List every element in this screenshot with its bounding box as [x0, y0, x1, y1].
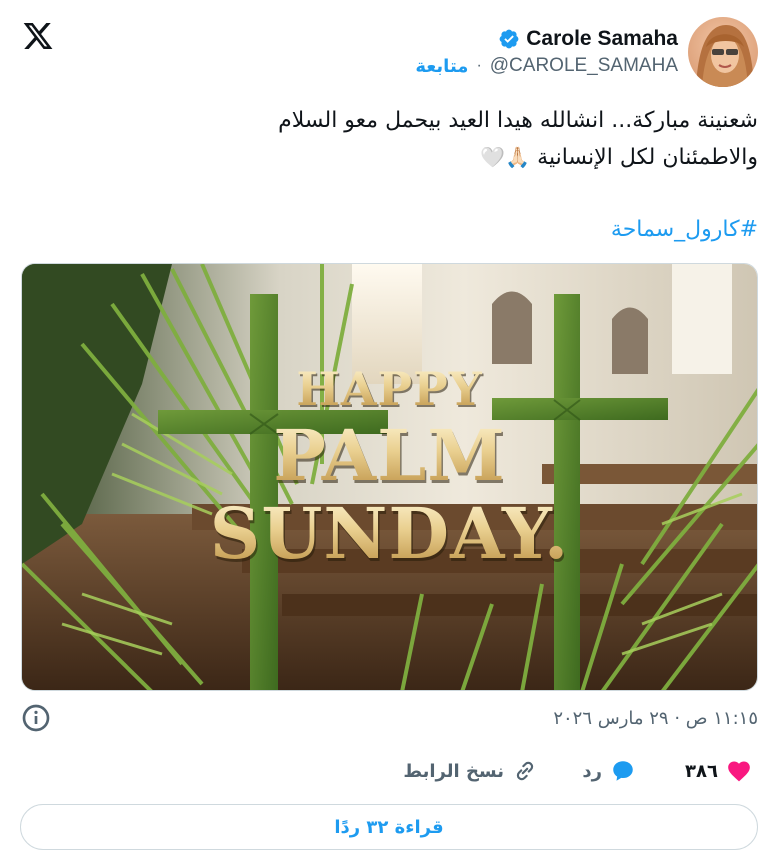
author-name[interactable]: Carole Samaha — [526, 27, 678, 51]
tweet-text-line-2-text: والاطمئنان لكل الإنسانية — [537, 145, 758, 170]
follow-button[interactable]: متابعة — [415, 56, 468, 77]
tweet-author: Carole Samaha متابعة · @CAROLE_SAMAHA — [415, 16, 758, 88]
reply-bubble-icon — [613, 761, 633, 781]
hashtag-link[interactable]: #كارول_سماحة — [611, 212, 758, 248]
copy-link-button[interactable]: نسخ الرابط — [403, 758, 538, 784]
author-text: Carole Samaha متابعة · @CAROLE_SAMAHA — [415, 27, 678, 77]
info-icon[interactable] — [20, 702, 52, 734]
emoji-pray-heart: 🙏🏻🤍 — [480, 145, 531, 169]
reply-label: رد — [582, 760, 602, 782]
tweet-media-image[interactable]: HAPPY HAPPY PALM PALM SUNDAY. SUNDAY. — [21, 263, 758, 691]
tweet-text-line-2: والاطمئنان لكل الإنسانية 🙏🏻🤍 — [38, 139, 758, 176]
verified-badge-icon — [499, 29, 519, 49]
name-row: Carole Samaha — [498, 27, 678, 51]
copy-link-label: نسخ الرابط — [403, 760, 504, 782]
read-replies-button[interactable]: قراءة ٣٢ ردًا — [20, 804, 758, 850]
separator-dot: · — [476, 57, 482, 74]
reply-button[interactable]: رد — [582, 758, 636, 784]
media-title-palm: PALM — [22, 414, 757, 497]
like-count: ٣٨٦ — [685, 760, 718, 782]
tweet-meta: ١١:١٥ ص · ٢٩ مارس ٢٠٢٦ — [20, 700, 758, 736]
x-logo-icon[interactable] — [22, 20, 54, 52]
heart-icon — [728, 761, 750, 782]
media-title-happy: HAPPY — [22, 362, 757, 416]
media-title-sunday: SUNDAY. — [22, 492, 757, 575]
tweet-text-line-1: شعنينة مباركة... انشالله هيدا العيد بيحم… — [278, 108, 758, 133]
link-icon — [516, 761, 534, 781]
like-button[interactable]: ٣٨٦ — [685, 758, 752, 784]
avatar[interactable] — [688, 17, 758, 87]
author-handle[interactable]: @CAROLE_SAMAHA — [490, 55, 678, 77]
tweet-actions: ٣٨٦ رد نسخ الرابط — [0, 758, 768, 794]
handle-row: متابعة · @CAROLE_SAMAHA — [415, 55, 678, 77]
tweet-timestamp[interactable]: ١١:١٥ ص · ٢٩ مارس ٢٠٢٦ — [553, 708, 758, 729]
tweet-text: شعنينة مباركة... انشالله هيدا العيد بيحم… — [38, 103, 758, 176]
